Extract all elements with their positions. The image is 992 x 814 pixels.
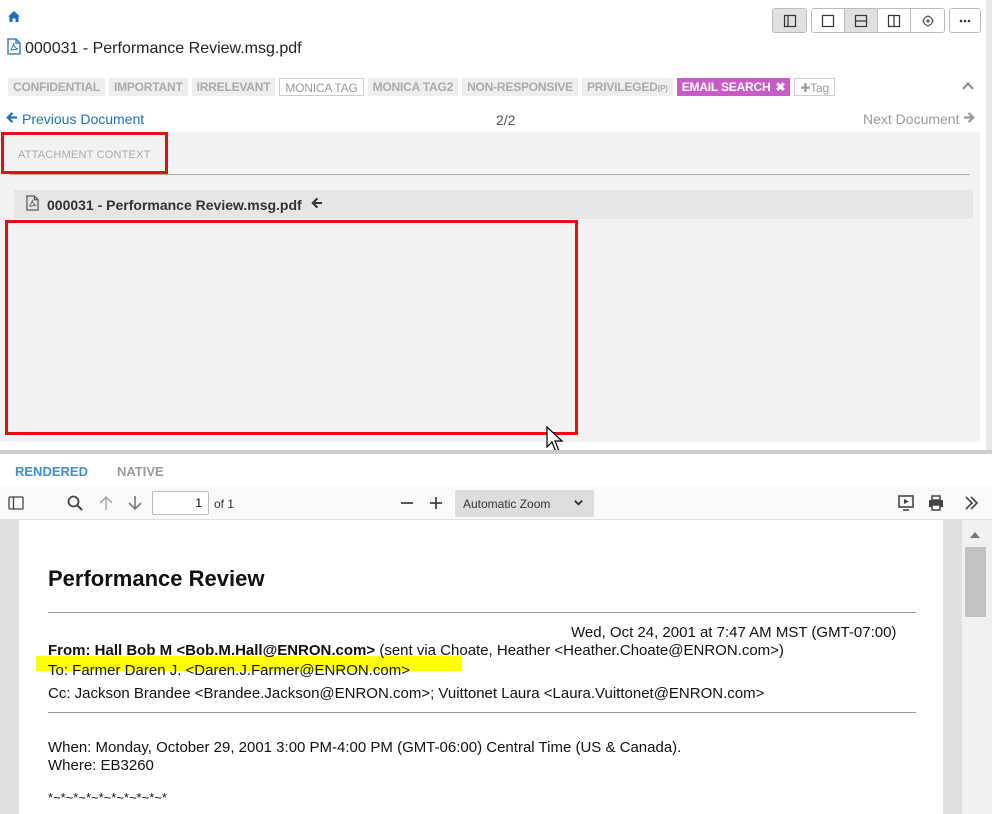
plus-icon: ✚	[800, 81, 811, 95]
tag-irrelevant[interactable]: IRRELEVANT	[191, 78, 276, 96]
tag-privileged-suffix: (P)	[657, 84, 668, 93]
email-to: To: Farmer Daren J. <Daren.J.Farmer@ENRO…	[48, 662, 410, 679]
single-pane-icon[interactable]	[812, 9, 845, 32]
tab-rendered[interactable]: RENDERED	[15, 464, 88, 488]
previous-document-label: Previous Document	[22, 111, 145, 127]
email-from-via: (sent via Choate, Heather <Heather.Choat…	[375, 642, 784, 659]
ellipsis-icon[interactable]	[950, 9, 980, 32]
presentation-mode-icon[interactable]	[897, 494, 915, 512]
search-icon[interactable]	[66, 494, 84, 512]
document-title: 000031 - Performance Review.msg.pdf	[7, 38, 302, 60]
add-tag-label: Tag	[810, 81, 829, 95]
page-count-label: of 1	[214, 497, 235, 511]
previous-document-link[interactable]: Previous Document	[5, 111, 144, 127]
tag-email-search[interactable]: EMAIL SEARCH ✖	[676, 78, 791, 96]
sidebar-toggle-icon[interactable]	[7, 494, 25, 512]
zoom-select[interactable]: Automatic Zoom	[455, 490, 594, 517]
divider	[48, 612, 916, 613]
annotation-highlight-box	[5, 220, 578, 435]
pane-splitter[interactable]	[0, 450, 992, 454]
page-number-input[interactable]	[152, 491, 209, 515]
print-icon[interactable]	[927, 494, 945, 512]
divider	[10, 174, 970, 175]
upper-scrollbar[interactable]	[986, 0, 992, 452]
horizontal-split-icon[interactable]	[845, 9, 878, 32]
email-from: From: Hall Bob M <Bob.M.Hall@ENRON.com> …	[48, 642, 784, 659]
attachment-item[interactable]: 000031 - Performance Review.msg.pdf	[14, 190, 973, 219]
zoom-in-icon[interactable]	[427, 494, 445, 512]
pdf-file-icon	[7, 38, 21, 60]
tag-important[interactable]: IMPORTANT	[108, 78, 188, 96]
email-when: When: Monday, October 29, 2001 3:00 PM-4…	[48, 739, 682, 756]
document-counter: 2/2	[496, 112, 516, 128]
layout-toggle-sidebar[interactable]	[772, 8, 807, 33]
email-subject: Performance Review	[48, 566, 265, 591]
tag-bar: CONFIDENTIAL IMPORTANT IRRELEVANT MONICA…	[8, 78, 835, 96]
arrow-right-icon	[963, 111, 976, 127]
chevron-down-icon	[573, 497, 584, 511]
remove-tag-icon[interactable]: ✖	[775, 80, 785, 94]
vertical-split-icon[interactable]	[878, 9, 911, 32]
double-chevron-right-icon[interactable]	[962, 494, 980, 512]
arrow-left-icon	[310, 195, 323, 214]
tag-privileged[interactable]: PRIVILEGED(P)	[581, 78, 673, 96]
tag-monica-tag[interactable]: MONICA TAG	[279, 78, 364, 96]
tag-privileged-label: PRIVILEGED	[586, 80, 658, 94]
arrow-up-icon[interactable]	[97, 494, 115, 512]
email-from-sender: From: Hall Bob M <Bob.M.Hall@ENRON.com>	[48, 642, 376, 659]
tag-confidential[interactable]: CONFIDENTIAL	[8, 78, 105, 96]
home-icon[interactable]	[7, 10, 21, 24]
next-document-label: Next Document	[863, 111, 960, 127]
email-where: Where: EB3260	[48, 757, 154, 774]
annotation-highlight-box	[1, 132, 168, 174]
settings-wheel-icon[interactable]	[911, 9, 944, 32]
tag-email-search-label: EMAIL SEARCH	[681, 80, 771, 94]
chevron-up-icon[interactable]	[961, 79, 975, 93]
pdf-file-icon	[26, 195, 39, 214]
zoom-select-value: Automatic Zoom	[463, 496, 551, 511]
scrollbar-thumb[interactable]	[965, 547, 986, 617]
email-cc: Cc: Jackson Brandee <Brandee.Jackson@ENR…	[48, 685, 765, 702]
arrow-left-icon	[5, 111, 18, 127]
attachment-file-name: 000031 - Performance Review.msg.pdf	[47, 196, 302, 213]
arrow-down-icon[interactable]	[126, 494, 144, 512]
next-document-link[interactable]: Next Document	[863, 111, 976, 127]
document-title-text: 000031 - Performance Review.msg.pdf	[25, 40, 302, 57]
email-date: Wed, Oct 24, 2001 at 7:47 AM MST (GMT-07…	[571, 624, 897, 641]
more-options-button[interactable]	[949, 8, 981, 33]
scroll-up-arrow-icon[interactable]	[968, 528, 982, 540]
email-separator: *~*~*~*~*~*~*~*~*~*	[48, 790, 167, 805]
divider	[48, 712, 916, 713]
add-tag-button[interactable]: ✚Tag	[794, 78, 835, 96]
tag-non-responsive[interactable]: NON-RESPONSIVE	[462, 78, 578, 96]
tab-native[interactable]: NATIVE	[117, 464, 164, 479]
zoom-out-icon[interactable]	[398, 494, 416, 512]
layout-toolbar	[811, 8, 945, 33]
tag-monica-tag2[interactable]: MONICA TAG2	[367, 78, 459, 96]
sidebar-layout-icon[interactable]	[773, 9, 806, 32]
